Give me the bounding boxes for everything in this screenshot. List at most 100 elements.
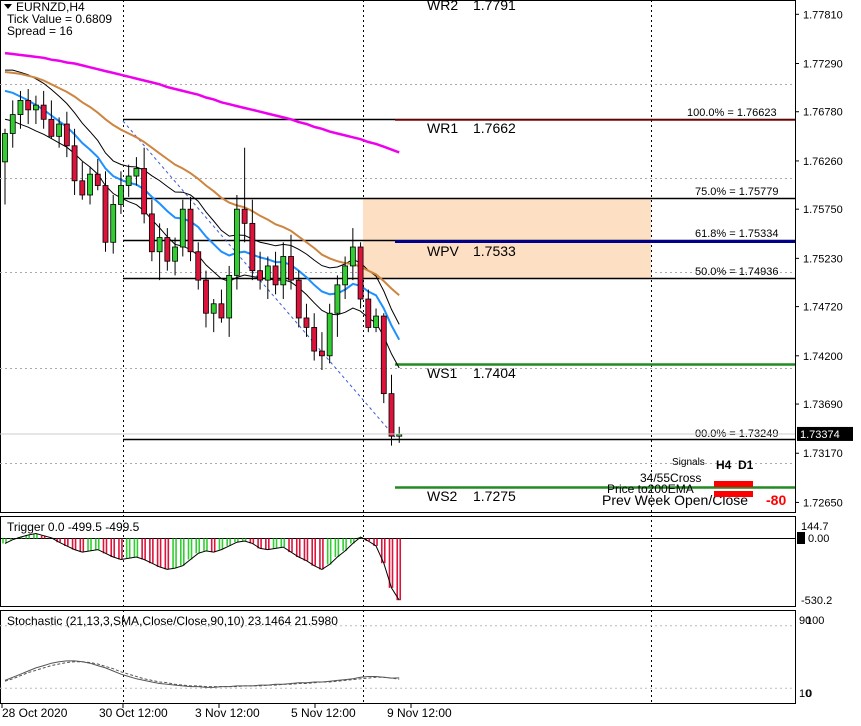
- candle-body: [280, 256, 287, 286]
- candle-body: [295, 279, 302, 319]
- price-label: 1.74720: [803, 302, 843, 314]
- candle-body: [195, 251, 202, 281]
- candle-body: [148, 213, 155, 253]
- fib-label-75: 75.0% = 1.75779: [695, 186, 779, 198]
- trigger-zero-marker: [797, 532, 805, 544]
- time-axis: 28 Oct 2020 30 Oct 12:00 3 Nov 12:00 5 N…: [1, 704, 452, 720]
- fib-label-618: 61.8% = 1.75334: [695, 228, 779, 240]
- price-label: 1.75750: [803, 204, 843, 216]
- candle-body: [233, 208, 240, 276]
- candle-body: [25, 99, 32, 111]
- candle-body: [380, 315, 387, 395]
- candle-body: [203, 279, 209, 314]
- candle: [380, 313, 387, 404]
- price-label: 1.77290: [803, 58, 843, 70]
- candle-body: [264, 265, 271, 281]
- stochastic-axis-90: 90: [799, 615, 811, 627]
- fib-label-50: 50.0% = 1.74936: [695, 266, 779, 278]
- candle-body: [311, 327, 318, 352]
- candle-body: [249, 222, 256, 272]
- candle-body: [133, 168, 140, 177]
- trigger-axis-bottom: -530.2: [801, 595, 832, 607]
- candle-body: [257, 270, 263, 281]
- time-label: 9 Nov 12:00: [387, 706, 452, 720]
- candle-body: [56, 123, 63, 137]
- spread-label: Spread = 16: [7, 24, 73, 38]
- candle-body: [164, 237, 171, 262]
- candle: [357, 242, 364, 309]
- candle-body: [118, 185, 124, 205]
- candle-body: [9, 114, 16, 134]
- candle-body: [218, 303, 225, 319]
- candle-body: [365, 298, 372, 328]
- stochastic-axis-bottom: 0: [806, 688, 812, 700]
- pivot-value-ws2: 1.7275: [473, 488, 516, 504]
- pivot-name-ws1: WS1: [427, 365, 458, 381]
- current-price-tag: 1.73374: [797, 426, 853, 441]
- candle-body: [33, 104, 39, 111]
- chart-canvas: 100.0% = 1.76623 75.0% = 1.75779 61.8% =…: [0, 0, 853, 720]
- price-label: 1.76260: [803, 156, 843, 168]
- candle-body: [226, 274, 233, 319]
- pivot-name-wpv: WPV: [427, 243, 460, 259]
- candle-body: [373, 315, 379, 328]
- candle-body: [102, 185, 109, 243]
- price-label: 1.75230: [803, 253, 843, 265]
- time-label: 5 Nov 12:00: [291, 706, 356, 720]
- pivot-value-wr1: 1.7662: [473, 120, 516, 136]
- pivot-name-wr2: WR2: [427, 0, 458, 13]
- candle-body: [79, 180, 86, 196]
- candle-body: [187, 208, 194, 253]
- candle-body: [48, 118, 55, 137]
- candle-body: [141, 168, 148, 215]
- candle-body: [388, 393, 395, 437]
- candle-body: [71, 145, 78, 182]
- candle-body: [125, 175, 132, 186]
- candle-body: [63, 123, 70, 147]
- current-price-value: 1.73374: [800, 429, 840, 441]
- stochastic-title: Stochastic (21,13,3,SMA,Close/Close,90,1…: [7, 614, 338, 628]
- candle-body: [210, 303, 217, 314]
- time-label: 30 Oct 12:00: [99, 706, 168, 720]
- candle-body: [40, 104, 47, 120]
- price-label: 1.73690: [803, 399, 843, 411]
- price-label: 1.77810: [803, 9, 843, 21]
- candle-body: [156, 237, 163, 253]
- candle-body: [334, 284, 341, 314]
- candle-body: [396, 433, 403, 437]
- candle-body: [342, 265, 349, 286]
- signal-bar-h4-row1: [714, 481, 753, 487]
- pivot-name-wr1: WR1: [427, 120, 458, 136]
- candle-body: [110, 204, 117, 243]
- trigger-axis-top: 144.7: [801, 521, 829, 533]
- signals-title: Signals: [672, 457, 705, 468]
- signals-row3-value: -80: [766, 492, 786, 508]
- price-label: 1.72650: [803, 497, 843, 509]
- candle-body: [349, 246, 356, 267]
- candle-body: [303, 317, 310, 328]
- candle: [233, 194, 240, 290]
- candle-body: [94, 173, 101, 186]
- pivot-value-ws1: 1.7404: [473, 365, 516, 381]
- candle-body: [272, 265, 279, 286]
- trigger-title: Trigger 0.0 -499.5 -499.5: [7, 520, 140, 534]
- candle-body: [17, 99, 24, 115]
- price-label: 1.76780: [803, 107, 843, 119]
- candle-body: [288, 256, 294, 281]
- candle-body: [319, 350, 325, 357]
- pivot-value-wpv: 1.7533: [473, 243, 516, 259]
- time-label: 3 Nov 12:00: [195, 706, 260, 720]
- trigger-axis-zero: 0.00: [808, 533, 829, 545]
- pivot-name-ws2: WS2: [427, 488, 458, 504]
- candle-body: [326, 312, 333, 357]
- signal-bar-h4-row2: [714, 491, 753, 497]
- pivot-value-wr2: 1.7791: [473, 0, 516, 13]
- candle-body: [179, 208, 186, 248]
- price-label: 1.73170: [803, 448, 843, 460]
- candle-body: [241, 208, 248, 224]
- candle-body: [2, 133, 8, 163]
- signals-col-d1: D1: [738, 458, 754, 472]
- candle-body: [87, 173, 93, 196]
- signals-col-h4: H4: [716, 458, 732, 472]
- candle-body: [357, 246, 364, 300]
